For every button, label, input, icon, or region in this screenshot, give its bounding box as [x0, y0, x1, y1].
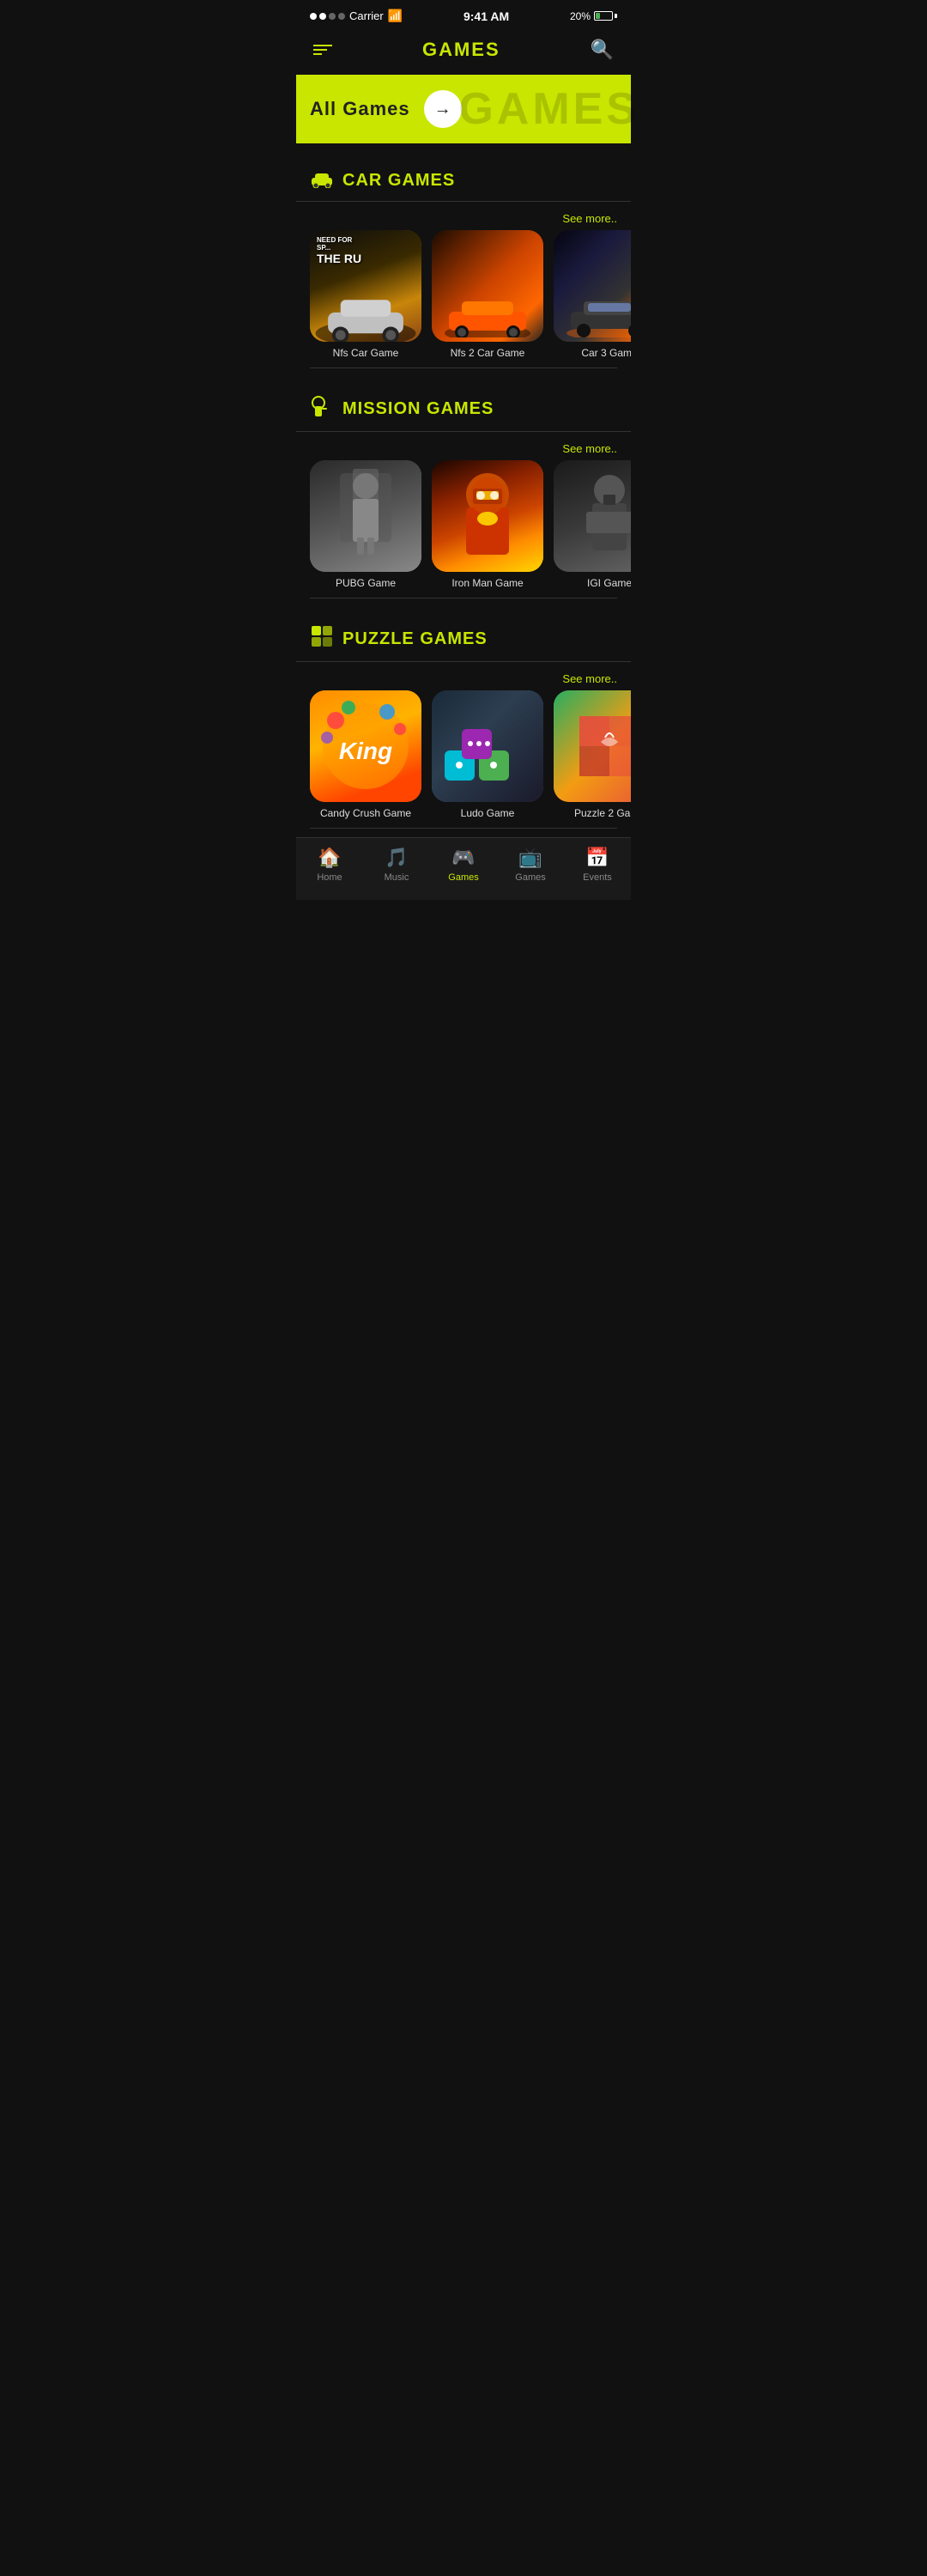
game-label-nfs: Nfs Car Game [310, 347, 421, 359]
games-row-mission-games: PUBG Game Iron Man Game [296, 460, 631, 598]
nav-item-games[interactable]: 🎮 Games [430, 847, 497, 883]
events-icon: 📅 [585, 847, 609, 869]
nav-label-tv: Games [515, 872, 545, 883]
game-thumb-ironman [432, 460, 543, 572]
tv-icon: 📺 [518, 847, 542, 869]
game-label-car3: Car 3 Game [554, 347, 631, 359]
game-label-pubg: PUBG Game [310, 577, 421, 589]
games-row-car-games: NEED FORSP...THE RU Nfs Car Game [296, 230, 631, 368]
game-thumb-nfs2 [432, 230, 543, 342]
nav-label-games: Games [448, 872, 478, 883]
game-card-puzzle2[interactable]: Puzzle 2 Game [554, 690, 631, 819]
svg-text:King: King [339, 738, 392, 764]
nav-label-home: Home [317, 872, 342, 883]
arrow-icon: → [434, 100, 451, 119]
signal-dot-4 [338, 13, 345, 20]
section-divider-puzzle-games [310, 828, 617, 829]
nav-item-events[interactable]: 📅 Events [564, 847, 631, 883]
game-card-ludo[interactable]: Ludo Game [432, 690, 543, 819]
wifi-icon: 📶 [388, 9, 403, 23]
game-card-ironman[interactable]: Iron Man Game [432, 460, 543, 589]
bottom-nav: 🏠 Home 🎵 Music 🎮 Games 📺 Games 📅 Events [296, 837, 631, 900]
game-label-igi: IGI Game [554, 577, 631, 589]
all-games-banner[interactable]: All Games → GAMES [296, 75, 631, 143]
section-mission-games: MISSION GAMES See more.. PUBG Game [296, 377, 631, 607]
signal-dot-1 [310, 13, 317, 20]
filter-line-1 [313, 45, 332, 46]
home-icon: 🏠 [318, 847, 341, 869]
nav-item-music[interactable]: 🎵 Music [363, 847, 430, 883]
section-title-car-games: CAR GAMES [342, 171, 617, 191]
game-thumb-ludo [432, 690, 543, 802]
header: GAMES 🔍 [296, 28, 631, 75]
game-label-ironman: Iron Man Game [432, 577, 543, 589]
game-thumb-pubg [310, 460, 421, 572]
nav-item-tv[interactable]: 📺 Games [497, 847, 564, 883]
game-card-pubg[interactable]: PUBG Game [310, 460, 421, 589]
game-card-igi[interactable]: IGI Game [554, 460, 631, 589]
section-header-car-games: CAR GAMES [296, 167, 631, 202]
section-header-puzzle-games: PUZZLE GAMES [296, 624, 631, 662]
games-row-puzzle-games: King Candy Crush Game [296, 690, 631, 828]
game-label-ludo: Ludo Game [432, 807, 543, 819]
battery-percent: 20% [570, 10, 591, 22]
game-card-candy[interactable]: King Candy Crush Game [310, 690, 421, 819]
game-thumb-candy: King [310, 690, 421, 802]
nav-label-music: Music [385, 872, 409, 883]
filter-button[interactable] [313, 45, 332, 55]
status-bar: Carrier 📶 9:41 AM 20% [296, 0, 631, 28]
battery-tip [615, 14, 617, 18]
game-thumb-puzzle2 [554, 690, 631, 802]
status-right: 20% [570, 10, 617, 22]
game-thumb-car3 [554, 230, 631, 342]
page-title: GAMES [422, 39, 500, 61]
battery-body [594, 11, 613, 21]
banner-bg-text: GAMES [458, 83, 639, 135]
signal-dots [310, 13, 345, 20]
game-label-puzzle2: Puzzle 2 Game [554, 807, 631, 819]
game-thumb-nfs: NEED FORSP...THE RU [310, 230, 421, 342]
section-puzzle-games: PUZZLE GAMES See more.. King Candy Crush… [296, 607, 631, 837]
nav-item-home[interactable]: 🏠 Home [296, 847, 363, 883]
game-card-car3[interactable]: Car 3 Game [554, 230, 631, 359]
battery-icon [594, 11, 617, 21]
game-label-candy: Candy Crush Game [310, 807, 421, 819]
section-title-puzzle-games: PUZZLE GAMES [342, 629, 617, 649]
signal-dot-3 [329, 13, 336, 20]
battery-fill [596, 13, 600, 19]
carrier-label: Carrier [349, 9, 384, 22]
filter-line-2 [313, 49, 327, 51]
section-icon-mission-games [310, 394, 334, 424]
see-more-puzzle-games[interactable]: See more.. [296, 672, 631, 690]
banner-arrow-button[interactable]: → [424, 90, 462, 128]
gamepad-icon: 🎮 [451, 847, 475, 869]
game-card-nfs[interactable]: NEED FORSP...THE RU Nfs Car Game [310, 230, 421, 359]
game-card-nfs2[interactable]: Nfs 2 Car Game [432, 230, 543, 359]
filter-line-3 [313, 53, 322, 55]
see-more-mission-games[interactable]: See more.. [296, 442, 631, 460]
status-time: 9:41 AM [464, 9, 509, 23]
see-more-car-games[interactable]: See more.. [296, 212, 631, 230]
banner-text: All Games [310, 98, 410, 120]
section-title-mission-games: MISSION GAMES [342, 399, 617, 419]
section-car-games: CAR GAMES See more.. NEED FORSP...THE RU… [296, 150, 631, 377]
sections-container: CAR GAMES See more.. NEED FORSP...THE RU… [296, 150, 631, 837]
status-left: Carrier 📶 [310, 9, 403, 23]
search-button[interactable]: 🔍 [591, 39, 614, 61]
game-label-nfs2: Nfs 2 Car Game [432, 347, 543, 359]
section-icon-car-games [310, 167, 334, 194]
game-thumb-igi [554, 460, 631, 572]
signal-dot-2 [319, 13, 326, 20]
nav-label-events: Events [583, 872, 612, 883]
music-icon: 🎵 [385, 847, 408, 869]
section-header-mission-games: MISSION GAMES [296, 394, 631, 432]
section-icon-puzzle-games [310, 624, 334, 654]
